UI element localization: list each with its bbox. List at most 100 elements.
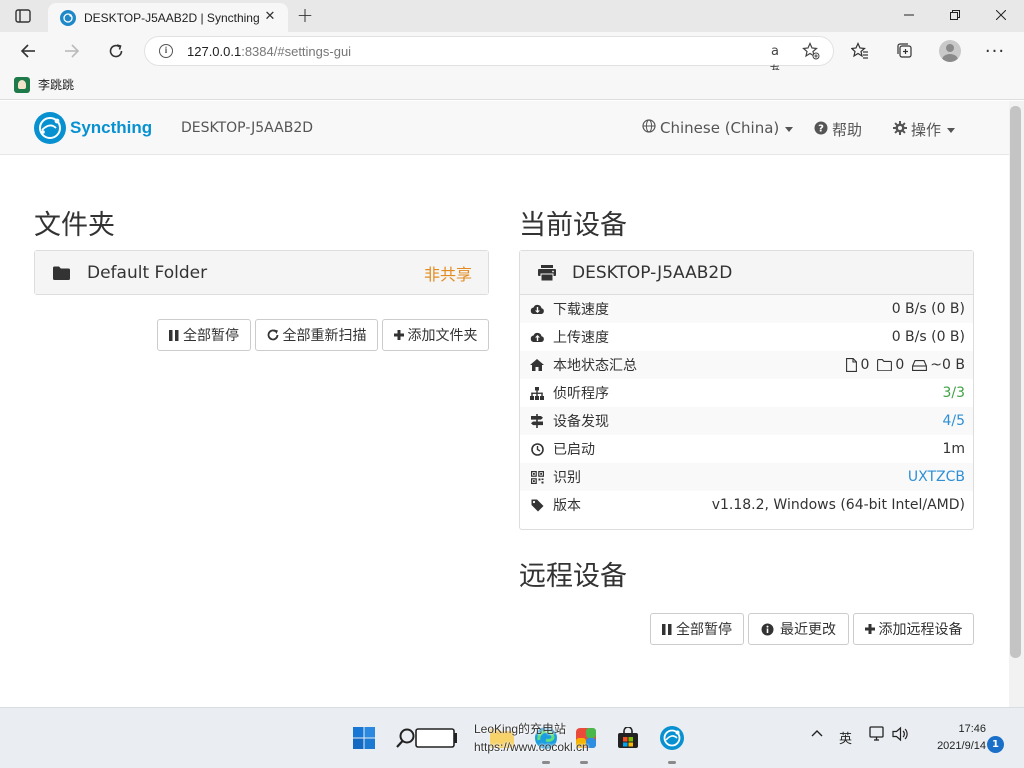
this-device-panel: DESKTOP-J5AAB2D 下载速度 0 B/s (0 B) 上传速度 0 … <box>519 250 974 530</box>
pause-all-devices-button[interactable]: 全部暂停 <box>650 613 744 645</box>
close-window-button[interactable] <box>978 0 1024 30</box>
recent-changes-button[interactable]: 最近更改 <box>748 613 849 645</box>
start-button[interactable] <box>350 724 378 752</box>
folders-title: 文件夹 <box>34 210 115 241</box>
rescan-all-label: 全部重新扫描 <box>282 328 367 344</box>
favorites-icon[interactable] <box>849 40 871 62</box>
syncthing-tray-button[interactable] <box>658 724 686 752</box>
address-bar[interactable]: i 127.0.0.1:8384/#settings-gui aあ <box>144 36 834 79</box>
file-icon <box>846 358 858 372</box>
discovery-value[interactable]: 4/5 <box>942 413 965 429</box>
this-device-name: DESKTOP-J5AAB2D <box>572 262 733 283</box>
clock-time: 17:46 <box>958 723 986 735</box>
network-icon[interactable] <box>869 726 887 746</box>
tab-close-icon[interactable]: ✕ <box>262 9 278 25</box>
clock-icon <box>529 442 545 456</box>
this-device-heading[interactable]: DESKTOP-J5AAB2D <box>520 251 973 295</box>
listeners-value[interactable]: 3/3 <box>942 385 965 401</box>
local-state-value: 0 0 ~0 B <box>838 357 965 373</box>
store-button[interactable] <box>614 724 642 752</box>
more-options-icon[interactable]: ··· <box>984 40 1006 62</box>
question-circle-icon: ? <box>814 121 828 139</box>
upload-rate-row: 上传速度 0 B/s (0 B) <box>520 323 973 351</box>
listeners-row: 侦听程序 3/3 <box>520 379 973 407</box>
discovery-label: 设备发现 <box>553 414 609 430</box>
brand-name: Syncthing <box>70 118 153 137</box>
rescan-all-button[interactable]: 全部重新扫描 <box>255 319 378 351</box>
browser-tab-active[interactable]: DESKTOP-J5AAB2D | Syncthing ✕ <box>48 3 288 32</box>
language-dropdown[interactable]: Chinese (China) <box>642 119 794 137</box>
folder-outline-icon <box>877 359 893 371</box>
show-hidden-icons-button[interactable] <box>810 726 824 744</box>
bookmark-item[interactable]: 李跳跳 <box>14 76 74 93</box>
forward-button[interactable] <box>57 36 87 66</box>
desktop-icon <box>538 264 558 281</box>
actions-label: 操作 <box>911 121 942 139</box>
syncthing-icon <box>660 726 684 750</box>
download-rate-row: 下载速度 0 B/s (0 B) <box>520 295 973 323</box>
home-icon <box>529 359 545 371</box>
local-state-row: 本地状态汇总 0 0 ~0 B <box>520 351 973 379</box>
chevron-up-icon <box>811 730 823 737</box>
help-menu[interactable]: ? 帮助 <box>814 119 862 140</box>
restore-button[interactable] <box>932 0 978 30</box>
add-remote-device-button[interactable]: 添加远程设备 <box>853 613 974 645</box>
refresh-button[interactable] <box>101 36 131 66</box>
download-rate-label: 下载速度 <box>553 302 609 318</box>
notification-badge[interactable]: 1 <box>987 736 1004 753</box>
globe-icon <box>642 119 656 137</box>
folder-name: Default Folder <box>87 262 208 283</box>
folder-heading[interactable]: Default Folder 非共享 <box>35 251 488 294</box>
edge-running-indicator <box>542 761 550 764</box>
url-host: 127.0.0.1 <box>187 43 242 59</box>
tab-title: DESKTOP-J5AAB2D | Syncthing <box>84 10 260 25</box>
device-id-link[interactable]: UXTZCB <box>908 469 965 485</box>
restore-icon <box>950 10 960 20</box>
url-path: :8384/#settings-gui <box>241 43 352 59</box>
uptime-label: 已启动 <box>553 442 595 458</box>
this-device-title: 当前设备 <box>519 210 627 241</box>
profile-avatar[interactable] <box>939 40 961 62</box>
task-view-button[interactable] <box>414 724 458 752</box>
pause-all-folders-button[interactable]: 全部暂停 <box>157 319 251 351</box>
folder-panel-default[interactable]: Default Folder 非共享 <box>34 250 489 295</box>
add-folder-button[interactable]: 添加文件夹 <box>382 319 489 351</box>
cloud-upload-icon <box>529 331 545 343</box>
recent-changes-label: 最近更改 <box>780 622 836 638</box>
collections-icon[interactable] <box>894 40 916 62</box>
chevron-down-icon <box>947 128 956 133</box>
brand[interactable]: Syncthing <box>34 112 152 144</box>
watermark-line-2: https://www.cocokl.cn <box>474 740 589 754</box>
discovery-row: 设备发现 4/5 <box>520 407 973 435</box>
local-state-label: 本地状态汇总 <box>553 358 637 374</box>
page-scrollbar-thumb[interactable] <box>1010 106 1021 658</box>
uptime-value: 1m <box>942 441 965 457</box>
bookmark-favicon-icon <box>14 76 30 93</box>
identification-row: 识别 UXTZCB <box>520 463 973 491</box>
tag-icon <box>529 499 545 512</box>
watermark-text: LeoKing的充电站 https://www.cocokl.cn <box>474 720 589 756</box>
device-stats-table: 下载速度 0 B/s (0 B) 上传速度 0 B/s (0 B) 本地状态汇总… <box>520 295 973 519</box>
ime-indicator[interactable]: 英 <box>839 728 852 747</box>
chevron-down-icon <box>785 126 794 132</box>
bookmark-label: 李跳跳 <box>38 78 75 92</box>
read-aloud-icon[interactable]: aあ <box>765 42 785 79</box>
version-label: 版本 <box>553 498 581 514</box>
windows-taskbar: LeoKing的充电站 https://www.cocokl.cn 英 17:4… <box>0 707 1024 768</box>
new-tab-button[interactable]: + <box>294 5 316 27</box>
add-favorite-icon[interactable] <box>801 42 821 62</box>
arrow-left-icon <box>20 44 35 58</box>
local-files-count: 0 <box>860 357 870 373</box>
cloud-download-icon <box>529 303 545 315</box>
actions-dropdown[interactable]: 操作 <box>893 119 956 140</box>
site-info-icon[interactable]: i <box>159 44 173 58</box>
pause-icon <box>662 623 672 635</box>
system-clock[interactable]: 17:46 2021/9/14 <box>916 721 986 755</box>
gear-icon <box>893 120 907 139</box>
tab-actions-button[interactable] <box>8 5 38 27</box>
volume-icon[interactable] <box>892 726 910 746</box>
minimize-button[interactable] <box>886 0 932 30</box>
local-size: ~0 B <box>930 357 965 373</box>
back-button[interactable] <box>13 36 43 66</box>
qrcode-icon <box>529 470 545 484</box>
